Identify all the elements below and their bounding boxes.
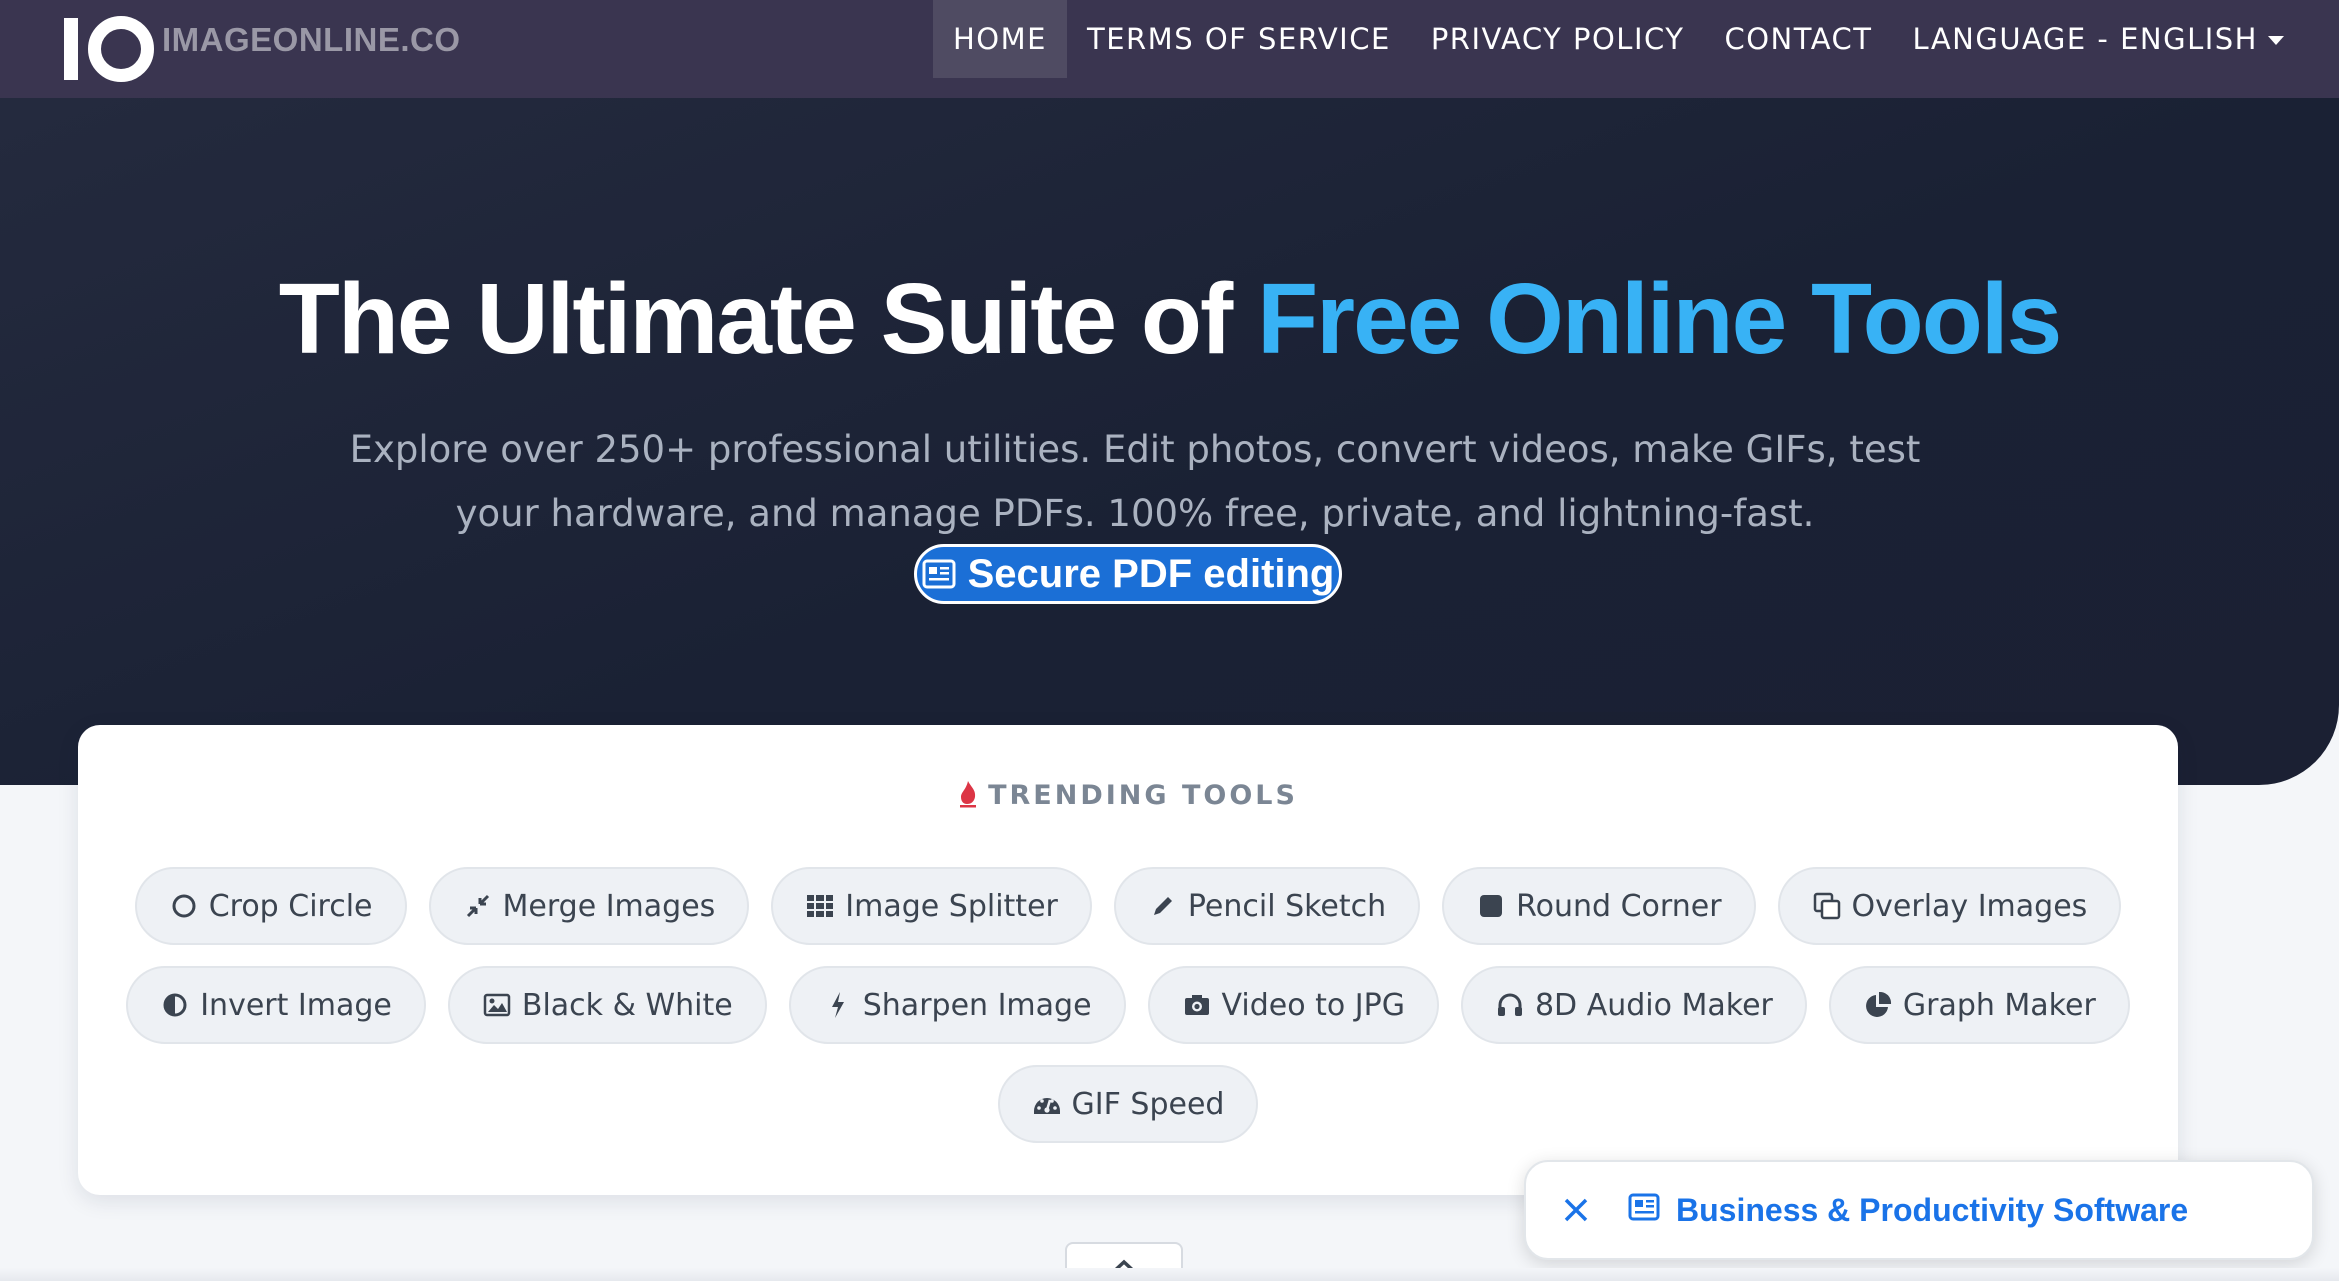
gauge-icon bbox=[1032, 1089, 1062, 1119]
tool-crop-circle[interactable]: Crop Circle bbox=[134, 867, 407, 945]
hero-section: The Ultimate Suite of Free Online Tools … bbox=[0, 98, 2339, 785]
close-icon[interactable] bbox=[1556, 1190, 1596, 1230]
nav-contact[interactable]: CONTACT bbox=[1704, 0, 1892, 78]
tool-label: Overlay Images bbox=[1851, 888, 2088, 924]
logo-mark-icon bbox=[64, 0, 154, 98]
camera-icon bbox=[1182, 990, 1212, 1020]
hero-title-accent: Free Online Tools bbox=[1257, 263, 2062, 375]
tool-label: Video to JPG bbox=[1221, 987, 1405, 1023]
trending-row-1: Crop Circle Merge Images Image Splitter … bbox=[78, 867, 2178, 945]
grid-icon bbox=[805, 891, 835, 921]
promo-link[interactable]: Business & Productivity Software bbox=[1628, 1192, 2188, 1229]
tool-label: Image Splitter bbox=[845, 888, 1058, 924]
hero-title-main: The Ultimate Suite of bbox=[278, 263, 1258, 375]
tool-label: Round Corner bbox=[1516, 888, 1722, 924]
tool-label: Sharpen Image bbox=[862, 987, 1092, 1023]
tool-round-corner[interactable]: Round Corner bbox=[1442, 867, 1756, 945]
compress-arrows-icon bbox=[463, 891, 493, 921]
page-bottom-edge bbox=[0, 1268, 2339, 1281]
tool-label: Black & White bbox=[521, 987, 733, 1023]
nav-privacy-policy[interactable]: PRIVACY POLICY bbox=[1411, 0, 1705, 78]
tool-sharpen-image[interactable]: Sharpen Image bbox=[788, 966, 1126, 1044]
tool-merge-images[interactable]: Merge Images bbox=[428, 867, 750, 945]
nav-home[interactable]: HOME bbox=[933, 0, 1067, 78]
tool-black-white[interactable]: Black & White bbox=[447, 966, 767, 1044]
nav-language-dropdown[interactable]: LANGUAGE - ENGLISH bbox=[1893, 0, 2305, 78]
secure-pdf-label: Secure PDF editing bbox=[967, 551, 1335, 596]
pie-chart-icon bbox=[1863, 990, 1893, 1020]
secure-pdf-badge[interactable]: Secure PDF editing bbox=[914, 544, 1342, 604]
newspaper-icon bbox=[922, 559, 956, 589]
page: IMAGEONLINE.CO HOME TERMS OF SERVICE PRI… bbox=[0, 0, 2339, 1281]
trending-tools-card: TRENDING TOOLS Crop Circle Merge Images … bbox=[78, 725, 2178, 1195]
fire-icon bbox=[958, 780, 978, 815]
trending-heading: TRENDING TOOLS bbox=[78, 780, 2178, 815]
nav-language-label: LANGUAGE - ENGLISH bbox=[1912, 22, 2258, 56]
trending-row-2: Invert Image Black & White Sharpen Image… bbox=[78, 966, 2178, 1044]
headphones-icon bbox=[1495, 990, 1525, 1020]
tool-label: Invert Image bbox=[200, 987, 392, 1023]
tool-gif-speed[interactable]: GIF Speed bbox=[997, 1065, 1259, 1143]
promo-label: Business & Productivity Software bbox=[1676, 1191, 2189, 1228]
tool-label: Merge Images bbox=[502, 888, 716, 924]
tool-label: Crop Circle bbox=[208, 888, 373, 924]
trending-heading-label: TRENDING TOOLS bbox=[988, 780, 1298, 811]
hero-subtitle: Explore over 250+ professional utilities… bbox=[349, 428, 1921, 535]
promo-toast: Business & Productivity Software bbox=[1524, 1160, 2314, 1260]
clone-icon bbox=[1812, 891, 1842, 921]
rounded-square-icon bbox=[1476, 891, 1506, 921]
newspaper-icon bbox=[1628, 1192, 1660, 1229]
pencil-icon bbox=[1148, 891, 1178, 921]
tool-label: GIF Speed bbox=[1071, 1086, 1225, 1122]
tool-invert-image[interactable]: Invert Image bbox=[126, 966, 426, 1044]
navbar: IMAGEONLINE.CO HOME TERMS OF SERVICE PRI… bbox=[0, 0, 2339, 98]
half-circle-icon bbox=[160, 990, 190, 1020]
brand-logo[interactable]: IMAGEONLINE.CO bbox=[64, 0, 461, 98]
main-nav: HOME TERMS OF SERVICE PRIVACY POLICY CON… bbox=[933, 0, 2304, 78]
tool-label: Graph Maker bbox=[1902, 987, 2096, 1023]
image-icon bbox=[482, 990, 512, 1020]
brand-name: IMAGEONLINE.CO bbox=[162, 21, 461, 58]
hero-title: The Ultimate Suite of Free Online Tools bbox=[0, 262, 2339, 377]
bolt-icon bbox=[823, 990, 853, 1020]
tool-pencil-sketch[interactable]: Pencil Sketch bbox=[1113, 867, 1421, 945]
trending-row-3: GIF Speed bbox=[78, 1065, 2178, 1143]
tool-label: 8D Audio Maker bbox=[1534, 987, 1773, 1023]
nav-terms-of-service[interactable]: TERMS OF SERVICE bbox=[1067, 0, 1411, 78]
tool-8d-audio-maker[interactable]: 8D Audio Maker bbox=[1460, 966, 1807, 1044]
tool-video-to-jpg[interactable]: Video to JPG bbox=[1147, 966, 1439, 1044]
tool-label: Pencil Sketch bbox=[1187, 888, 1387, 924]
circle-icon bbox=[169, 891, 199, 921]
tool-graph-maker[interactable]: Graph Maker bbox=[1828, 966, 2130, 1044]
tool-image-splitter[interactable]: Image Splitter bbox=[771, 867, 1092, 945]
tool-overlay-images[interactable]: Overlay Images bbox=[1777, 867, 2122, 945]
caret-down-icon bbox=[2268, 35, 2284, 45]
